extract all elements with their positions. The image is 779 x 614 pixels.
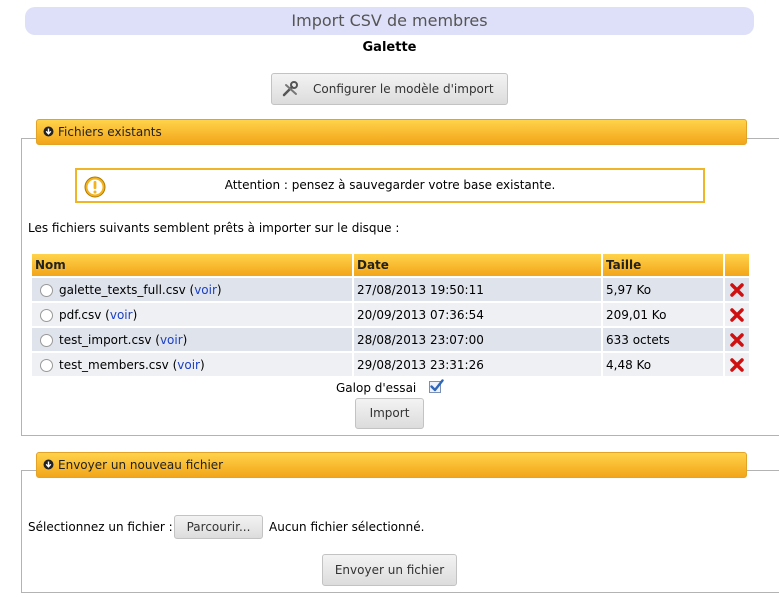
import-button[interactable]: Import: [355, 398, 424, 429]
delete-icon[interactable]: [729, 332, 745, 348]
delete-icon[interactable]: [729, 307, 745, 323]
column-header-date[interactable]: Date: [354, 254, 601, 276]
table-row: test_members.csv (voir) 29/08/2013 23:31…: [32, 353, 749, 376]
view-link[interactable]: voir: [194, 283, 217, 297]
tools-icon: [282, 81, 298, 97]
delete-cell: [725, 353, 749, 376]
backup-warning: Attention : pensez à sauvegarder votre b…: [75, 168, 705, 203]
file-name: test_members.csv: [59, 357, 169, 372]
file-date: 20/09/2013 07:36:54: [354, 303, 601, 326]
table-row: pdf.csv (voir) 20/09/2013 07:36:54 209,0…: [32, 303, 749, 326]
column-header-name[interactable]: Nom: [32, 254, 352, 276]
delete-cell: [725, 278, 749, 301]
delete-cell: [725, 328, 749, 351]
file-date: 27/08/2013 19:50:11: [354, 278, 601, 301]
file-name-cell: galette_texts_full.csv (voir): [32, 278, 352, 301]
browse-button[interactable]: Parcourir...: [174, 515, 263, 539]
column-header-size[interactable]: Taille: [603, 254, 723, 276]
files-intro-text: Les fichiers suivants semblent prêts à i…: [28, 221, 400, 235]
upload-legend-label: Envoyer un nouveau fichier: [58, 458, 224, 472]
file-size: 5,97 Ko: [603, 278, 723, 301]
collapse-arrow-icon: [43, 459, 54, 470]
file-name: test_import.csv: [59, 332, 152, 347]
delete-icon[interactable]: [729, 357, 745, 373]
file-name: galette_texts_full.csv: [59, 282, 186, 297]
delete-icon[interactable]: [729, 282, 745, 298]
warning-icon: [84, 176, 106, 198]
existing-files-legend-label: Fichiers existants: [58, 125, 162, 139]
files-table: Nom Date Taille galette_texts_full.csv (…: [30, 252, 751, 378]
file-size: 209,01 Ko: [603, 303, 723, 326]
file-radio[interactable]: [40, 308, 53, 322]
no-file-selected-text: Aucun fichier sélectionné.: [269, 520, 425, 534]
file-name-cell: pdf.csv (voir): [32, 303, 352, 326]
send-file-button[interactable]: Envoyer un fichier: [322, 554, 457, 586]
configure-import-model-button[interactable]: Configurer le modèle d'import: [271, 73, 508, 105]
delete-cell: [725, 303, 749, 326]
column-header-actions: [725, 254, 749, 276]
page-subtitle: Galette: [362, 40, 417, 55]
page-title: Import CSV de membres: [25, 7, 754, 35]
file-size: 4,48 Ko: [603, 353, 723, 376]
upload-legend[interactable]: Envoyer un nouveau fichier: [36, 452, 747, 478]
select-file-label: Sélectionnez un fichier :: [28, 520, 173, 534]
existing-files-legend[interactable]: Fichiers existants: [36, 119, 747, 145]
file-radio[interactable]: [40, 283, 53, 297]
configure-import-label: Configurer le modèle d'import: [313, 82, 494, 96]
warning-text: Attention : pensez à sauvegarder votre b…: [224, 178, 556, 192]
view-link[interactable]: voir: [177, 358, 200, 372]
file-size: 633 octets: [603, 328, 723, 351]
table-row: test_import.csv (voir) 28/08/2013 23:07:…: [32, 328, 749, 351]
collapse-arrow-icon: [43, 126, 54, 137]
file-name: pdf.csv: [59, 307, 102, 322]
file-radio[interactable]: [40, 333, 53, 347]
file-name-cell: test_members.csv (voir): [32, 353, 352, 376]
table-row: galette_texts_full.csv (voir) 27/08/2013…: [32, 278, 749, 301]
file-radio[interactable]: [40, 358, 53, 372]
dryrun-checkbox[interactable]: [428, 378, 444, 394]
file-date: 29/08/2013 23:31:26: [354, 353, 601, 376]
dryrun-label: Galop d'essai: [336, 381, 417, 395]
file-date: 28/08/2013 23:07:00: [354, 328, 601, 351]
view-link[interactable]: voir: [160, 333, 183, 347]
view-link[interactable]: voir: [110, 308, 133, 322]
file-name-cell: test_import.csv (voir): [32, 328, 352, 351]
